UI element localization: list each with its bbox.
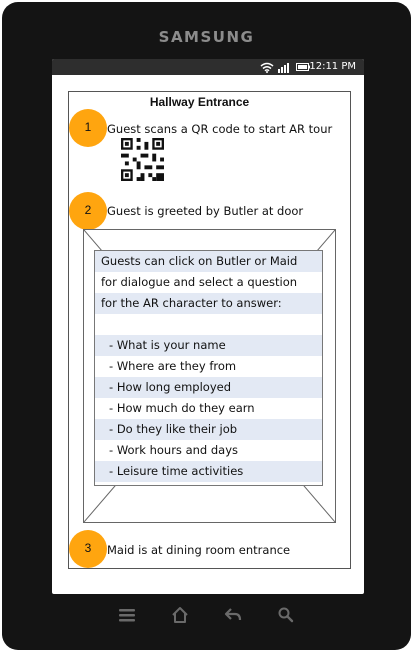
status-time: 12:11 PM — [309, 61, 356, 72]
question-item[interactable]: How much do they earn — [95, 398, 322, 419]
dialog-intro-line: for the AR character to answer: — [95, 293, 322, 314]
step-badge-2: 2 — [69, 192, 107, 230]
ar-view-placeholder: Guests can click on Butler or Maid for d… — [83, 229, 336, 523]
search-icon[interactable] — [277, 606, 295, 624]
question-item[interactable]: Leisure time activities — [95, 461, 322, 482]
content-frame: Hallway Entrance 1 Guest scans a QR code… — [68, 91, 351, 569]
phone-body: SAMSUNG 12:11 PM Hallway Entrance 1 Gues… — [2, 2, 411, 650]
qr-code-icon[interactable] — [121, 138, 164, 181]
device-brand: SAMSUNG — [158, 28, 255, 46]
question-item[interactable]: Where are they from — [95, 356, 322, 377]
signal-icon — [278, 62, 289, 73]
question-item[interactable]: Work hours and days — [95, 440, 322, 461]
screen: 12:11 PM Hallway Entrance 1 Guest scans … — [52, 59, 364, 594]
step-badge-3: 3 — [69, 530, 107, 568]
page-title: Hallway Entrance — [149, 95, 250, 109]
question-item[interactable]: What is your name — [95, 335, 322, 356]
status-bar: 12:11 PM — [52, 59, 364, 75]
wifi-icon — [260, 62, 274, 73]
step-text-2: Guest is greeted by Butler at door — [107, 204, 304, 218]
step-text-3: Maid is at dining room entrance — [107, 543, 291, 557]
back-icon[interactable] — [224, 606, 242, 624]
question-item[interactable]: How long employed — [95, 377, 322, 398]
question-item[interactable]: Do they like their job — [95, 419, 322, 440]
home-icon[interactable] — [171, 606, 189, 624]
step-badge-1: 1 — [69, 109, 107, 147]
status-icons — [260, 61, 310, 73]
battery-icon — [296, 63, 310, 71]
dialog-intro-line: for dialogue and select a question — [101, 275, 298, 289]
dialog-box: Guests can click on Butler or Maid for d… — [94, 250, 323, 486]
dialog-intro-line: Guests can click on Butler or Maid — [95, 251, 322, 272]
step-text-1: Guest scans a QR code to start AR tour — [107, 122, 333, 136]
hardware-nav-bar — [2, 602, 411, 632]
dialog-spacer — [95, 314, 322, 335]
menu-icon[interactable] — [118, 606, 136, 624]
